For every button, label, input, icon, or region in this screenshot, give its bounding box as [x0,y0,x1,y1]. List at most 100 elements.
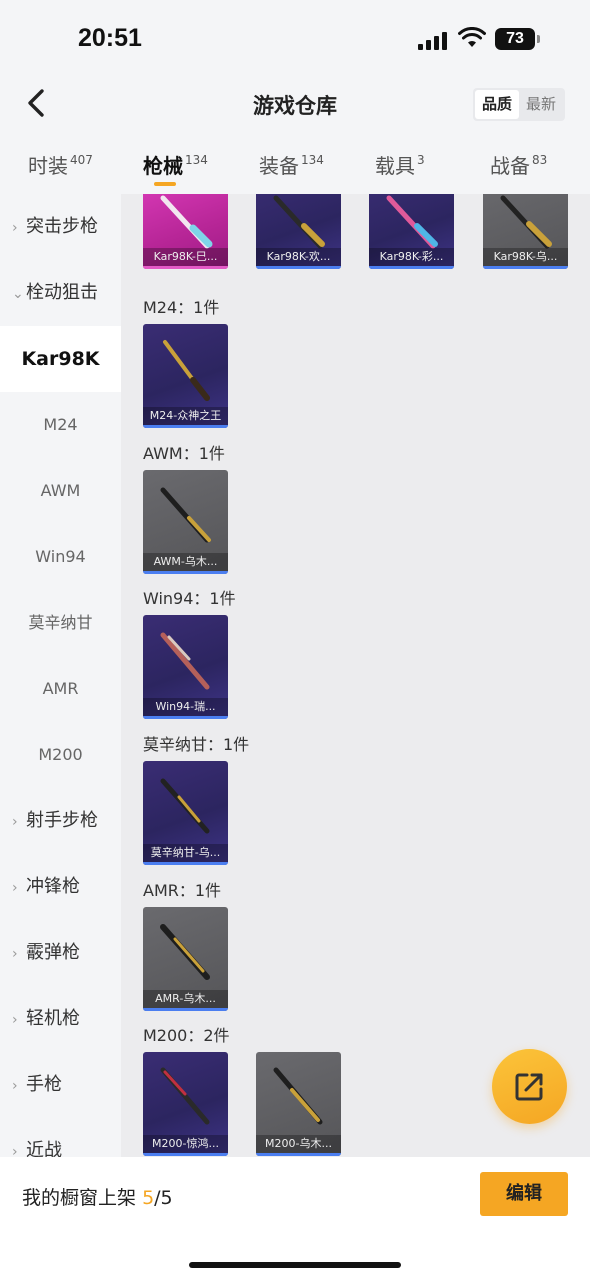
sidebar-item-m200[interactable]: M200 [0,722,121,788]
rifle-icon [160,632,210,690]
chevron-right-icon: › [12,1144,18,1157]
status-time: 20:51 [78,24,142,52]
rifle-icon [160,924,210,980]
sidebar-item-m24[interactable]: M24 [0,392,121,458]
group-label-win94: Win94：1件 [143,589,236,608]
skin-card[interactable]: Win94-瑞... [143,615,228,719]
tab-count: 3 [417,153,425,167]
tab-count: 134 [185,153,208,167]
showcase-current-count: 5 [142,1187,155,1209]
chevron-right-icon: › [12,880,18,896]
skin-card[interactable]: AMR-乌木... [143,907,228,1011]
sidebar-item-smg[interactable]: › 冲锋枪 [0,854,121,920]
tab-guns[interactable]: 枪械 134 [143,150,208,179]
share-external-icon [515,1073,543,1101]
skin-card[interactable]: M200-乌木... [256,1052,341,1156]
rifle-icon [273,195,325,249]
chevron-right-icon: › [12,1078,18,1094]
tab-equipment[interactable]: 装备 134 [259,150,324,179]
group-label-awm: AWM：1件 [143,444,225,463]
page-header: 游戏仓库 品质 最新 [0,72,590,136]
skin-card[interactable]: Kar98K-巳... [143,194,228,269]
quality-bar [143,1153,228,1156]
showcase-total-count: /5 [154,1187,173,1209]
skin-card[interactable]: Kar98K-彩... [369,194,454,269]
tab-label: 战备 [490,154,530,178]
sidebar-item-marksman-rifle[interactable]: › 射手步枪 [0,788,121,854]
quality-bar [369,266,454,269]
inventory-content: Kar98K-巳... Kar98K-欢... Kar98K-彩... Kar9… [121,194,590,1157]
group-label-m24: M24：1件 [143,298,220,317]
chevron-left-icon [28,89,44,117]
sidebar-item-assault-rifle[interactable]: › 突击步枪 [0,194,121,260]
tab-vehicles[interactable]: 载具 3 [375,150,425,179]
sidebar-item-amr[interactable]: AMR [0,656,121,722]
back-button[interactable] [18,84,58,124]
sidebar-item-bolt-sniper[interactable]: ⌄ 栓动狙击 [0,260,121,326]
skin-name: M200-乌木... [256,1135,341,1153]
sidebar-item-win94[interactable]: Win94 [0,524,121,590]
skin-name: M200-惊鸿... [143,1135,228,1153]
showcase-label: 我的橱窗上架 [22,1187,137,1209]
quality-bar [256,266,341,269]
chevron-right-icon: › [12,946,18,962]
quality-bar [143,425,228,428]
sidebar-item-shotgun[interactable]: › 霰弹枪 [0,920,121,986]
battery-icon: 73 [495,28,540,50]
sidebar-item-label: 突击步枪 [26,216,98,237]
skin-card[interactable]: Kar98K-乌... [483,194,568,269]
skin-name: Kar98K-彩... [369,248,454,266]
skin-card[interactable]: M24-众神之王 [143,324,228,428]
sidebar-item-kar98k[interactable]: Kar98K [0,326,121,392]
group-label-m200: M200：2件 [143,1026,230,1045]
sidebar-item-lmg[interactable]: › 轻机枪 [0,986,121,1052]
showcase-status: 我的橱窗上架 5/5 [22,1183,173,1210]
rifle-icon [160,195,213,249]
chevron-right-icon: › [12,1012,18,1028]
quality-bar [143,1008,228,1011]
sidebar-item-label: 近战 [26,1140,62,1157]
tab-label: 载具 [375,154,415,178]
sidebar-item-pistol[interactable]: › 手枪 [0,1052,121,1118]
quality-bar [256,1153,341,1156]
tab-supplies[interactable]: 战备 83 [490,150,547,179]
sidebar-item-mosin[interactable]: 莫辛纳甘 [0,590,121,656]
rifle-icon [500,195,552,249]
chevron-right-icon: › [12,220,18,236]
tab-count: 134 [301,153,324,167]
sort-quality-button[interactable]: 品质 [475,90,520,119]
skin-name: Kar98K-欢... [256,248,341,266]
sidebar-item-label: 栓动狙击 [26,282,98,303]
status-bar: 20:51 73 [0,0,590,72]
tab-label: 时装 [28,154,68,178]
tab-count: 407 [70,153,93,167]
skin-card[interactable]: 莫辛纳甘-乌... [143,761,228,865]
tab-label: 装备 [259,154,299,178]
group-label-amr: AMR：1件 [143,881,222,900]
category-tabs: 时装 407 枪械 134 装备 134 载具 3 战备 83 [0,138,590,194]
tab-fashion[interactable]: 时装 407 [28,150,93,179]
rifle-icon [160,487,211,543]
sort-toggle: 品质 最新 [473,88,566,121]
skin-name: Kar98K-乌... [483,248,568,266]
quality-bar [143,862,228,865]
share-floating-button[interactable] [492,1049,567,1124]
skin-name: AMR-乌木... [143,990,228,1008]
active-tab-indicator [154,182,176,186]
skin-name: Kar98K-巳... [143,248,228,266]
quality-bar [143,716,228,719]
sidebar-item-label: 霰弹枪 [26,942,80,963]
tab-label: 枪械 [143,154,183,178]
sort-latest-button[interactable]: 最新 [519,90,563,119]
sidebar-item-melee[interactable]: › 近战 [0,1118,121,1157]
edit-button[interactable]: 编辑 [480,1172,568,1216]
sidebar-item-awm[interactable]: AWM [0,458,121,524]
skin-card[interactable]: Kar98K-欢... [256,194,341,269]
chevron-right-icon: › [12,814,18,830]
rifle-icon [163,340,210,401]
skin-card[interactable]: M200-惊鸿... [143,1052,228,1156]
home-indicator[interactable] [189,1262,401,1268]
skin-name: M24-众神之王 [143,407,228,425]
group-label-mosin: 莫辛纳甘：1件 [143,735,250,754]
skin-card[interactable]: AWM-乌木... [143,470,228,574]
